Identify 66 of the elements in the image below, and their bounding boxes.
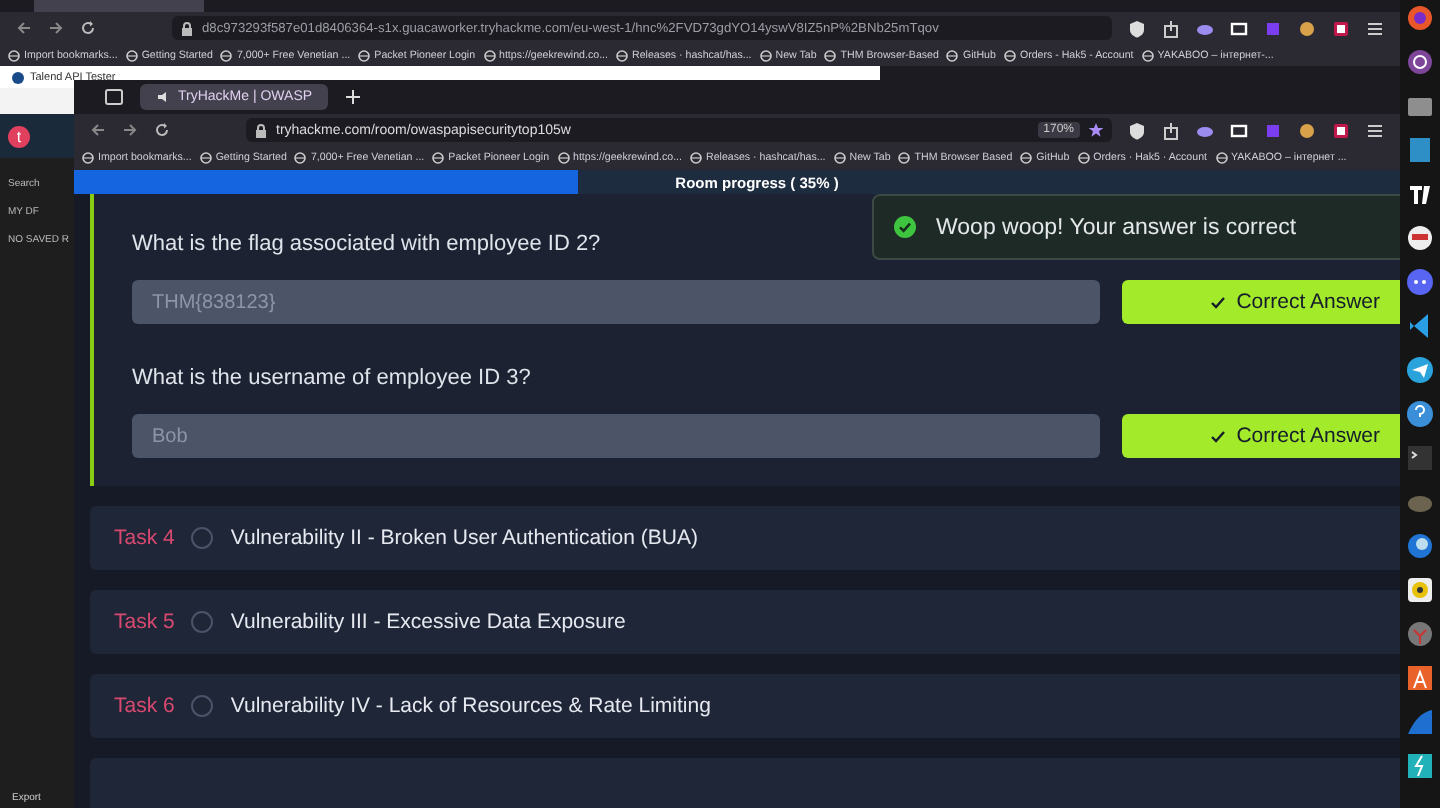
globe-icon: [199, 152, 212, 164]
lock-icon: [180, 21, 194, 35]
window-icon: [1230, 19, 1248, 37]
globe-icon: [1020, 152, 1033, 164]
globe-icon: [616, 49, 628, 61]
correct-answer-button[interactable]: Correct Answer: [1121, 280, 1400, 324]
terminal-icon: [1406, 444, 1434, 472]
globe-icon: [82, 152, 94, 164]
globe-icon: [432, 152, 445, 164]
toast-message: Woop woop! Your answer is correct: [936, 215, 1297, 239]
window-icon: [1230, 121, 1248, 139]
globe-icon: [1003, 49, 1016, 61]
plus-icon: [344, 88, 363, 106]
globe-icon: [557, 152, 570, 164]
globe-icon: [1215, 152, 1227, 164]
globe-icon: [220, 49, 233, 61]
shield-icon: [1128, 121, 1146, 139]
fin-icon: [1406, 708, 1434, 736]
shield-icon: [1128, 19, 1146, 37]
globe-icon: [358, 49, 371, 61]
correct-answer-button[interactable]: Correct Answer: [1121, 414, 1400, 458]
forward-arrow-icon: [122, 122, 138, 138]
globe-icon: [1077, 152, 1090, 164]
question-text: What is the username of employee ID 3?: [132, 366, 533, 390]
tool-icon: [1406, 620, 1434, 648]
task-title[interactable]: Vulnerability II - Broken User Authentication (BUA): [230, 526, 698, 550]
send-icon: [1406, 356, 1434, 384]
chat-icon: [1406, 268, 1434, 296]
lightning-icon: [1406, 752, 1434, 780]
back-arrow-icon: [90, 122, 106, 138]
share-icon: [1162, 121, 1180, 139]
folder-icon: [1406, 92, 1434, 120]
forward-arrow-icon: [48, 20, 64, 36]
avatar[interactable]: t: [8, 125, 30, 147]
globe-icon: [946, 49, 959, 61]
globe-icon: [8, 49, 20, 61]
question-text: What is the flag associated with employee ID 2?: [132, 232, 603, 256]
globe-icon: [483, 49, 496, 61]
extension-icon: [1332, 121, 1350, 139]
task-label: Task 5: [114, 610, 175, 634]
reload-icon: [80, 20, 96, 36]
reload-icon: [154, 122, 170, 138]
globe-icon: [833, 152, 846, 164]
globe-icon: [1141, 49, 1154, 61]
back-arrow-icon: [16, 20, 32, 36]
task-title[interactable]: Vulnerability IV - Lack of Resources & Rate Limiting: [230, 694, 711, 718]
task-label: Task 4: [114, 526, 175, 550]
menu-icon: [1366, 121, 1384, 139]
check-icon: [1210, 295, 1227, 309]
globe-icon: [294, 152, 307, 164]
tab-overview-icon: [104, 88, 124, 106]
globe-icon: [690, 152, 702, 164]
help-icon: [1406, 400, 1434, 428]
extension-icon: [1332, 19, 1350, 37]
letter-icon: [1406, 664, 1434, 692]
menu-icon: [1366, 19, 1384, 37]
share-icon: [1162, 19, 1180, 37]
globe-icon: [824, 49, 837, 61]
task-label: Task 6: [114, 694, 175, 718]
globe-icon: [759, 49, 772, 61]
globe-icon: [125, 49, 138, 61]
lock-icon: [254, 123, 268, 137]
check-icon: [1210, 429, 1227, 443]
star-icon: [1088, 122, 1104, 138]
task-title[interactable]: Vulnerability III - Excessive Data Exposure: [230, 610, 626, 634]
globe-icon: [898, 152, 911, 164]
